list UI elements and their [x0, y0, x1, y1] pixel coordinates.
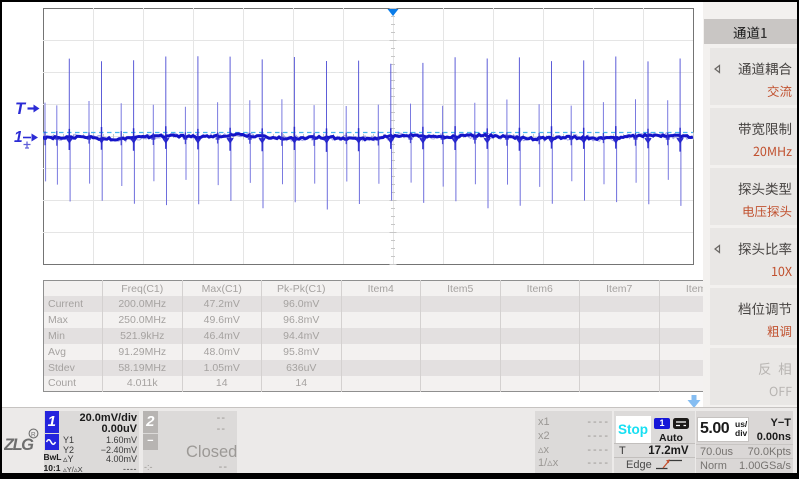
svg-text:T: T	[15, 100, 27, 118]
svg-text:R: R	[31, 431, 36, 438]
svg-text:1: 1	[14, 129, 23, 146]
svg-text:ZLG: ZLG	[4, 436, 34, 454]
